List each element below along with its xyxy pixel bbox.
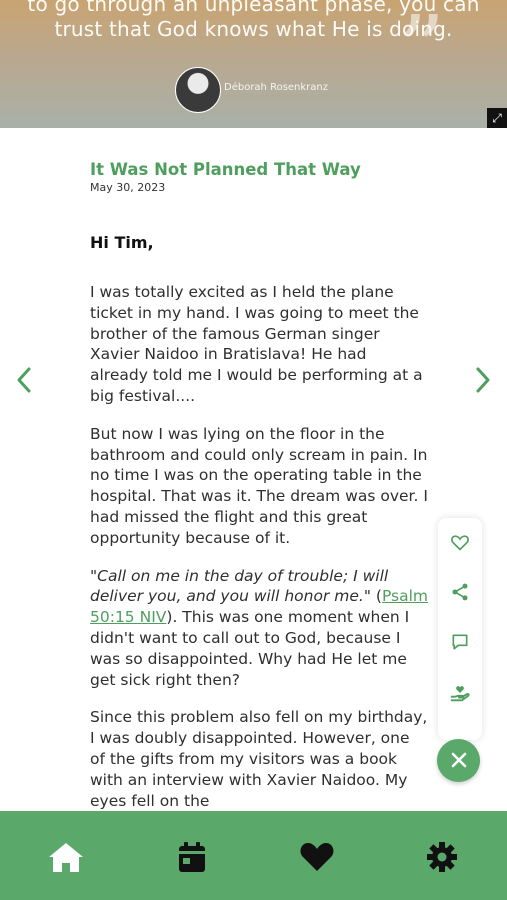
comment-icon[interactable] xyxy=(438,632,482,656)
heart-icon xyxy=(300,843,334,871)
gear-icon xyxy=(427,842,457,872)
header-image: to go through an unpleasant phase, you c… xyxy=(0,0,507,128)
action-rail xyxy=(438,518,482,740)
expand-icon[interactable]: ⤢ xyxy=(487,108,507,128)
heart-outline-icon[interactable] xyxy=(438,532,482,556)
home-icon xyxy=(49,843,83,872)
verse-text: "Call on me in the day of trouble; I wil… xyxy=(90,566,389,606)
nav-calendar-button[interactable] xyxy=(173,840,213,876)
article-title: It Was Not Planned That Way xyxy=(90,160,361,179)
bottom-nav xyxy=(0,811,507,900)
nav-favorites-button[interactable] xyxy=(298,840,338,876)
close-fab-button[interactable] xyxy=(437,739,480,782)
paragraph: But now I was lying on the floor in the … xyxy=(90,424,428,547)
calendar-icon xyxy=(179,842,205,872)
share-icon[interactable] xyxy=(438,582,482,606)
chevron-left-icon[interactable] xyxy=(15,366,33,394)
article-date: May 30, 2023 xyxy=(90,181,166,194)
nav-home-button[interactable] xyxy=(47,840,87,876)
nav-settings-button[interactable] xyxy=(423,840,463,876)
donate-hand-heart-icon[interactable] xyxy=(438,682,482,706)
chevron-right-icon[interactable] xyxy=(474,366,492,394)
paragraph-verse: "Call on me in the day of trouble; I wil… xyxy=(90,566,428,689)
close-icon xyxy=(451,752,466,768)
paragraph: I was totally excited as I held the plan… xyxy=(90,283,423,405)
paragraph: Since this problem also fell on my birth… xyxy=(90,708,428,810)
quote-mark-icon: ” xyxy=(398,0,446,103)
author-name: Déborah Rosenkranz xyxy=(224,82,329,93)
avatar xyxy=(175,67,221,113)
greeting: Hi Tim, xyxy=(90,233,154,252)
article-body: I was totally excited as I held the plan… xyxy=(90,282,428,828)
